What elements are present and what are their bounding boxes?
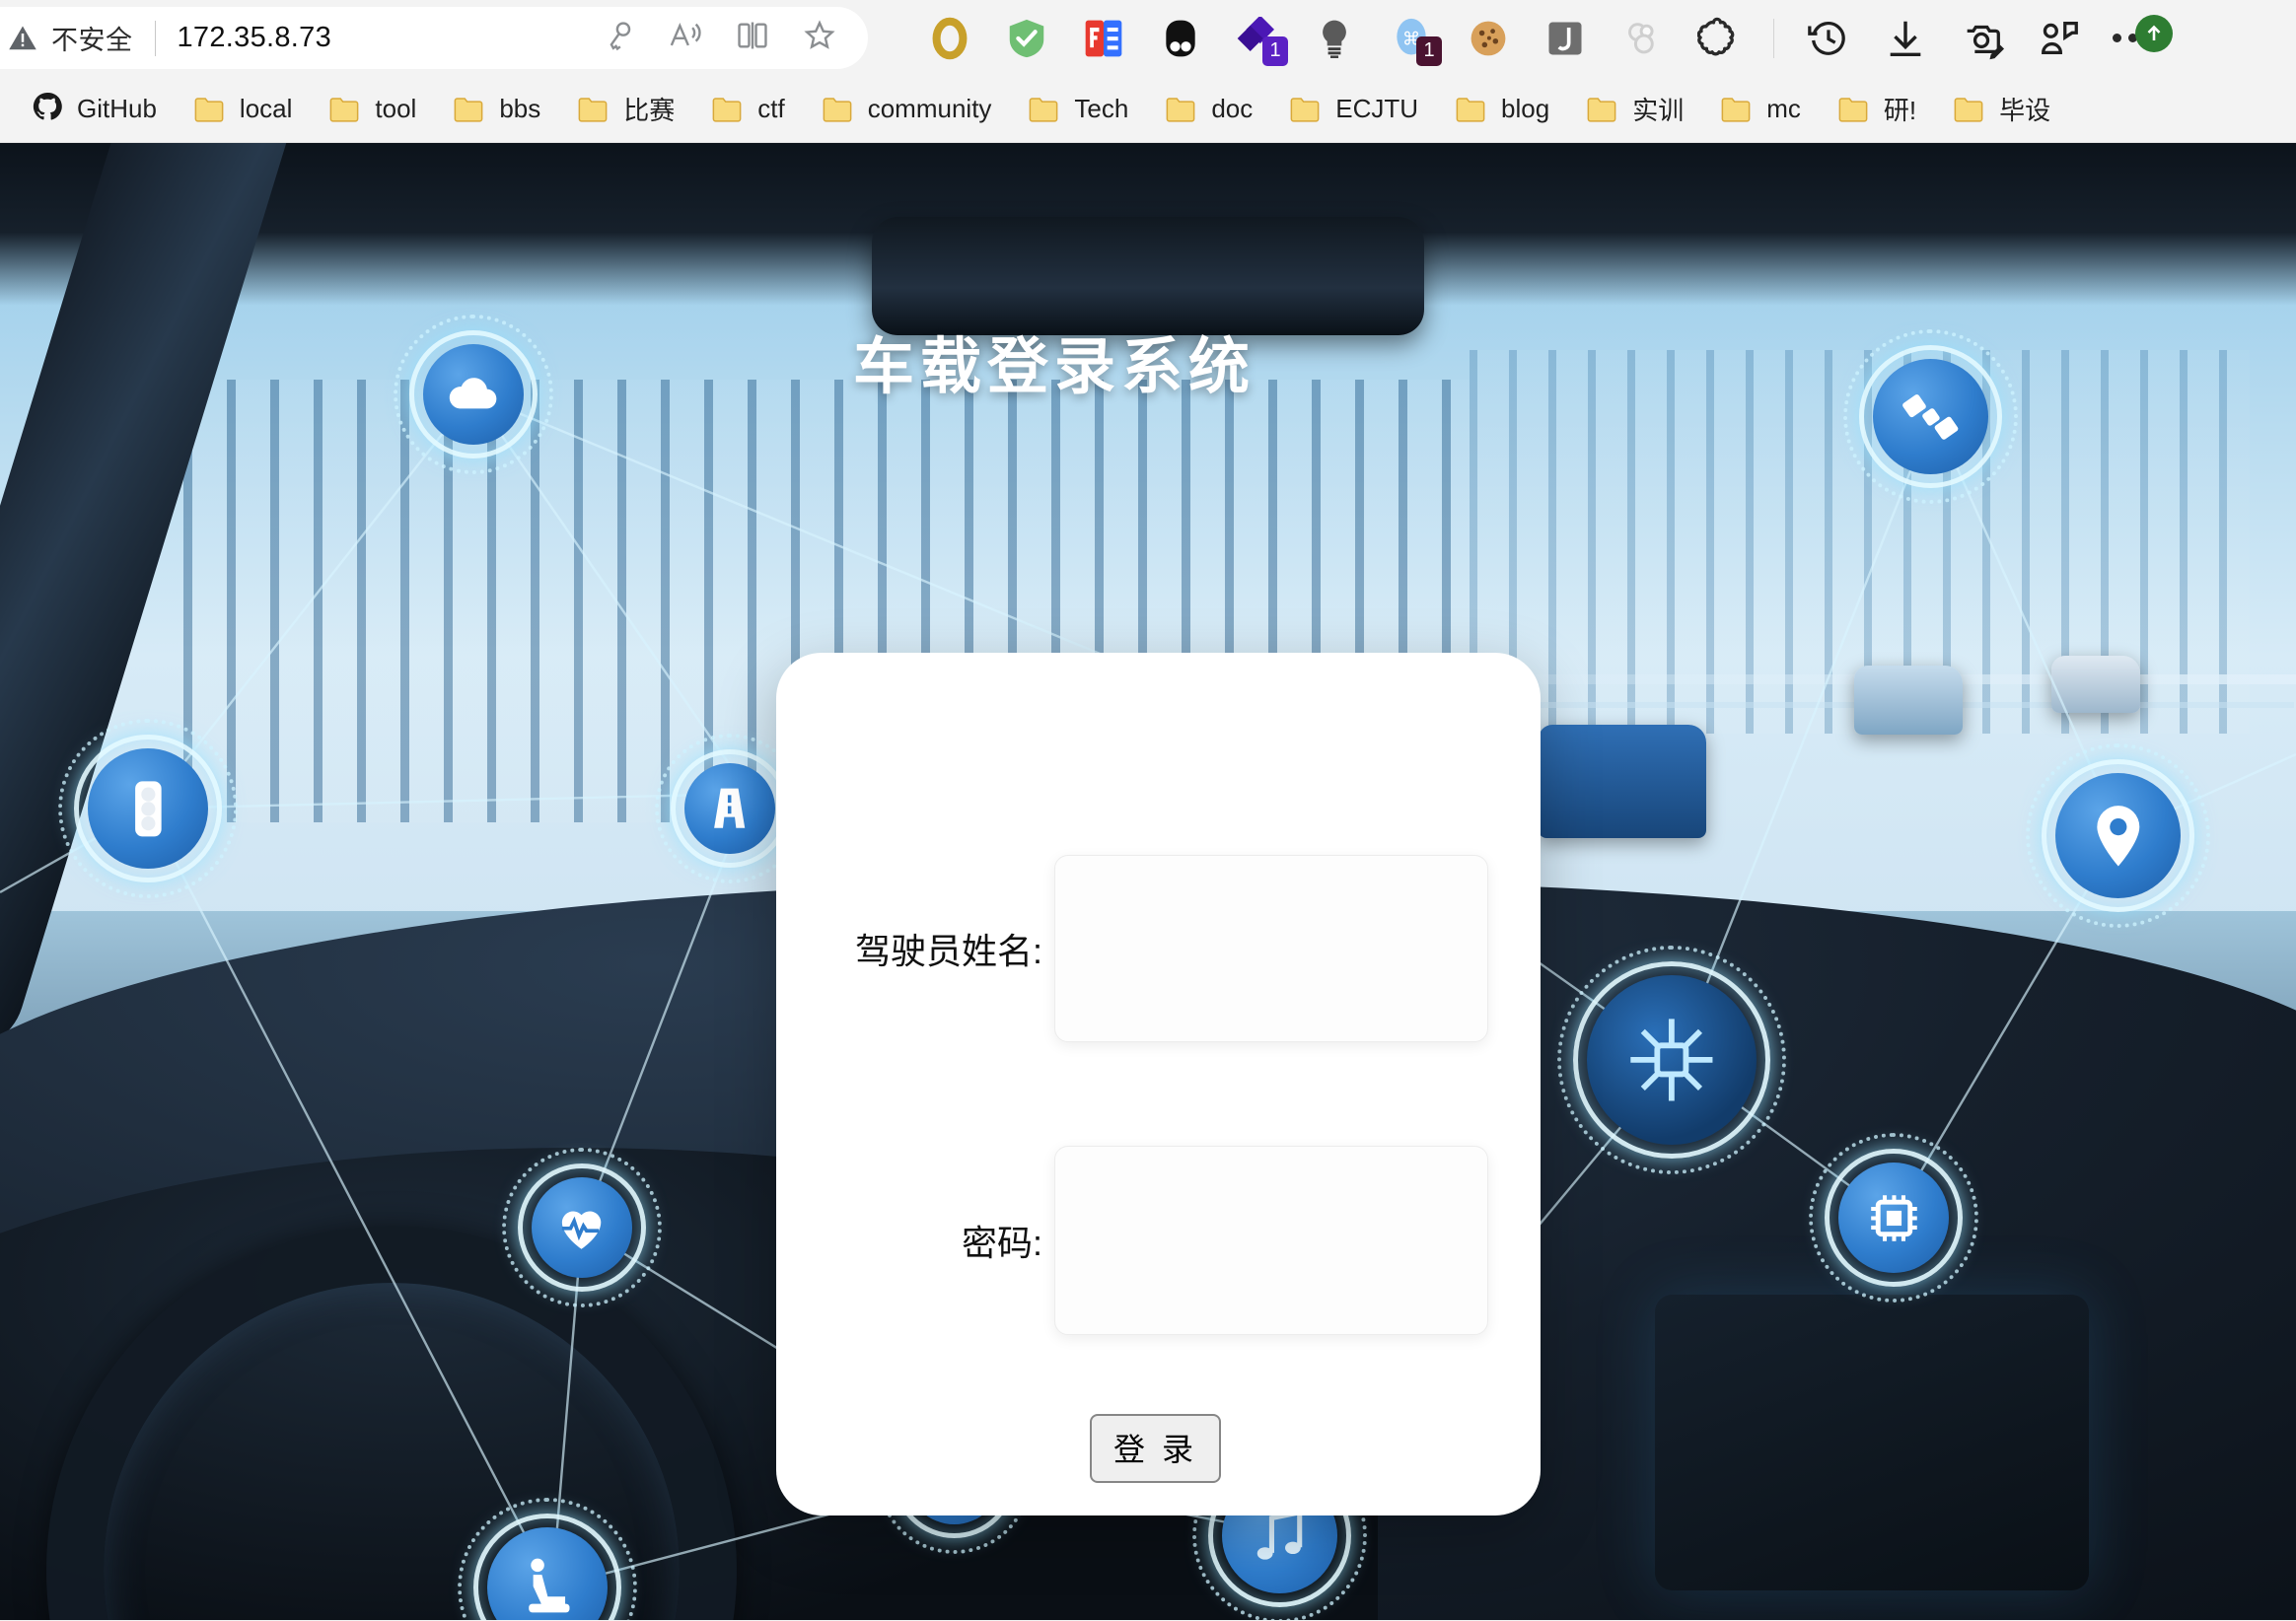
bookmark-label: 研! xyxy=(1883,96,1917,125)
bookmark-bisai[interactable]: 比赛 xyxy=(558,84,692,134)
extension-darkreader[interactable] xyxy=(1142,9,1219,68)
folder-icon xyxy=(1836,95,1870,124)
copilot-icon[interactable] xyxy=(2021,9,2098,68)
bookmark-ecjtu[interactable]: ECJTU xyxy=(1270,87,1436,131)
bookmark-label: blog xyxy=(1501,94,1550,123)
bookmark-label: Tech xyxy=(1074,94,1129,123)
bookmark-label: 毕设 xyxy=(1999,96,2051,125)
bookmark-label: 实训 xyxy=(1632,96,1685,125)
screenshot-icon[interactable] xyxy=(1944,9,2021,68)
folder-icon xyxy=(821,95,854,124)
bookmark-tool[interactable]: tool xyxy=(310,87,434,131)
password-input[interactable] xyxy=(1055,1147,1487,1334)
history-icon[interactable] xyxy=(1790,9,1867,68)
folder-icon xyxy=(1027,95,1060,124)
warning-triangle-icon xyxy=(8,24,37,53)
extension-shortcut[interactable]: ⌘ 1 xyxy=(1373,9,1450,68)
bookmark-community[interactable]: community xyxy=(803,87,1010,131)
folder-icon xyxy=(327,95,361,124)
split-screen-icon[interactable] xyxy=(736,19,769,57)
login-card: 驾驶员姓名: 密码: 登 录 xyxy=(776,653,1541,1515)
login-content: 车载登录系统 驾驶员姓名: 密码: 登 录 xyxy=(0,143,2296,1620)
omnibox-divider xyxy=(154,20,156,56)
bookmark-label: mc xyxy=(1766,94,1801,123)
url-text[interactable]: 172.35.8.73 xyxy=(178,22,603,54)
browser-chrome: 不安全 172.35.8.73 1 ⌘ 1 GitHub local tool … xyxy=(0,0,2296,143)
username-row: 驾驶员姓名: xyxy=(776,855,1541,1042)
bookmark-label: ECJTU xyxy=(1335,94,1419,123)
security-label: 不安全 xyxy=(51,26,133,55)
extension-adblock[interactable] xyxy=(988,9,1065,68)
github-icon xyxy=(32,91,63,127)
password-label: 密码: xyxy=(961,1223,1042,1263)
update-arrow-icon[interactable] xyxy=(2135,15,2173,52)
download-icon[interactable] xyxy=(1867,9,1944,68)
bookmark-label: local xyxy=(239,94,293,123)
folder-icon xyxy=(192,95,226,124)
bookmark-blog[interactable]: blog xyxy=(1436,87,1567,131)
bookmark-label: GitHub xyxy=(77,94,157,123)
folder-icon xyxy=(710,95,744,124)
dot xyxy=(2112,34,2121,42)
bookmark-label: 比赛 xyxy=(623,96,676,125)
extension-badge: 1 xyxy=(1262,35,1288,66)
bookmark-bbs[interactable]: bbs xyxy=(434,87,558,131)
key-icon[interactable] xyxy=(602,19,635,57)
toolbar-divider xyxy=(1773,18,1774,58)
login-button[interactable]: 登 录 xyxy=(1090,1414,1221,1483)
address-bar[interactable]: 不安全 172.35.8.73 xyxy=(0,7,868,69)
username-input[interactable] xyxy=(1055,856,1487,1041)
bookmark-shixun[interactable]: 实训 xyxy=(1567,84,1701,134)
password-row: 密码: xyxy=(776,1146,1541,1335)
star-icon[interactable] xyxy=(803,19,836,57)
extension-puzzle[interactable] xyxy=(1681,9,1758,68)
folder-icon xyxy=(1164,95,1197,124)
folder-icon xyxy=(1952,95,1985,124)
bookmark-doc[interactable]: doc xyxy=(1146,87,1270,131)
folder-icon xyxy=(1288,95,1322,124)
bookmark-ctf[interactable]: ctf xyxy=(692,87,802,131)
extension-diamonds[interactable]: 1 xyxy=(1219,9,1296,68)
bookmark-label: bbs xyxy=(499,94,541,123)
extension-ring[interactable] xyxy=(911,9,988,68)
folder-icon xyxy=(452,95,485,124)
password-field[interactable] xyxy=(1054,1146,1488,1335)
extensions-strip: 1 ⌘ 1 xyxy=(911,9,2282,68)
folder-icon xyxy=(1719,95,1753,124)
bookmark-label: community xyxy=(867,94,992,123)
bookmark-bishe[interactable]: 毕设 xyxy=(1934,84,2068,134)
bookmark-mc[interactable]: mc xyxy=(1701,87,1819,131)
bookmark-yan[interactable]: 研! xyxy=(1819,84,1934,134)
extension-feishu[interactable] xyxy=(1065,9,1142,68)
extension-jetbrains[interactable] xyxy=(1527,9,1604,68)
bookmark-tech[interactable]: Tech xyxy=(1009,87,1146,131)
bookmark-label: ctf xyxy=(757,94,785,123)
security-indicator[interactable]: 不安全 xyxy=(0,19,133,57)
extension-bubbles[interactable] xyxy=(1604,9,1681,68)
omnibox-actions xyxy=(602,19,858,57)
folder-icon xyxy=(576,95,610,124)
bookmark-label: tool xyxy=(375,94,417,123)
folder-icon xyxy=(1454,95,1487,124)
username-field[interactable] xyxy=(1054,855,1488,1042)
bookmark-label: doc xyxy=(1211,94,1254,123)
settings-and-more-button[interactable] xyxy=(2098,15,2173,52)
username-label: 驾驶员姓名: xyxy=(854,931,1042,971)
web-page: 车载登录系统 驾驶员姓名: 密码: 登 录 xyxy=(0,143,2296,1620)
extension-lightbulb[interactable] xyxy=(1296,9,1373,68)
bookmark-github[interactable]: GitHub xyxy=(14,84,175,134)
bookmark-local[interactable]: local xyxy=(175,87,310,131)
browser-toolbar: 不安全 172.35.8.73 1 ⌘ 1 xyxy=(0,0,2296,76)
submit-row: 登 录 xyxy=(776,1414,1541,1483)
extension-cookie[interactable] xyxy=(1450,9,1527,68)
folder-icon xyxy=(1585,95,1618,124)
extension-badge: 1 xyxy=(1416,35,1442,66)
read-aloud-icon[interactable] xyxy=(669,19,702,57)
bookmarks-bar: GitHub local tool bbs 比赛 ctf community T… xyxy=(0,76,2296,143)
page-title: 车载登录系统 xyxy=(852,333,1256,401)
